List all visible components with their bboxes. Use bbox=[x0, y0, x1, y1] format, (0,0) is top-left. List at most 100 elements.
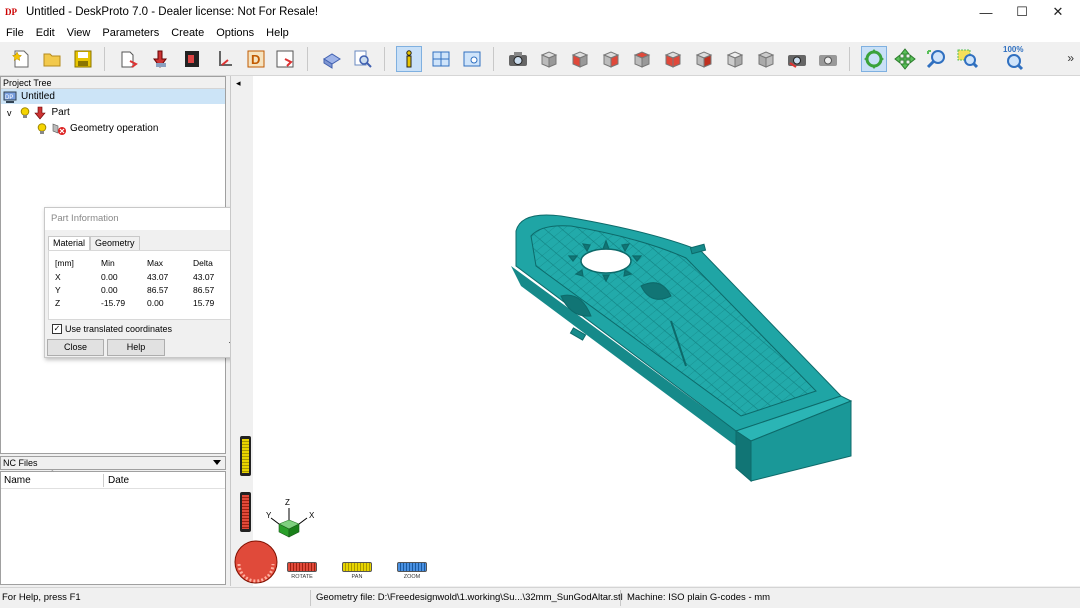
view-iso-button[interactable] bbox=[722, 46, 748, 72]
row-max: 86.57 bbox=[147, 285, 169, 295]
open-folder-icon bbox=[43, 53, 61, 67]
load-part-special-button[interactable] bbox=[148, 46, 174, 72]
nc-files-list: Name ⌃ Date bbox=[0, 469, 226, 585]
tree-item-geometry-operation[interactable]: Geometry operation bbox=[1, 121, 158, 136]
screenshot-2-button[interactable] bbox=[815, 46, 841, 72]
toolbar-separator bbox=[493, 47, 494, 71]
maximize-button[interactable]: ☐ bbox=[1004, 0, 1040, 24]
row-max: 43.07 bbox=[147, 272, 169, 282]
part-figure-icon bbox=[153, 50, 167, 68]
3d-viewport[interactable]: ◂ Z Y X ROTATE PAN ZOOM bbox=[230, 76, 1080, 586]
zoom-magnifier-icon bbox=[926, 50, 945, 69]
deskproto-logo-icon: DP bbox=[5, 7, 17, 17]
load-part-button[interactable] bbox=[116, 46, 142, 72]
camera-icon bbox=[509, 52, 527, 66]
tree-item-untitled[interactable]: DP Untitled bbox=[1, 89, 225, 104]
load-vector-button[interactable] bbox=[212, 46, 238, 72]
save-part-button[interactable] bbox=[273, 46, 299, 72]
view-left-button[interactable] bbox=[598, 46, 624, 72]
menu-options[interactable]: Options bbox=[210, 27, 260, 39]
close-window-button[interactable]: ✕ bbox=[1040, 0, 1076, 24]
zoom-window-button[interactable] bbox=[954, 46, 980, 72]
zoom-100-button[interactable]: 100% bbox=[1000, 45, 1028, 72]
load-bitmap-button[interactable] bbox=[180, 46, 206, 72]
view-iso-2-button[interactable] bbox=[753, 46, 779, 72]
minimize-button[interactable]: — bbox=[968, 0, 1004, 24]
menu-view[interactable]: View bbox=[61, 27, 97, 39]
pan-label: PAN bbox=[351, 574, 363, 580]
tree-item-part[interactable]: v Part bbox=[1, 105, 70, 120]
column-name[interactable]: Name bbox=[4, 475, 31, 486]
tab-material[interactable]: Material bbox=[48, 236, 91, 251]
svg-text:D: D bbox=[251, 52, 260, 67]
open-project-button[interactable] bbox=[39, 46, 65, 72]
axis-label-z: Z bbox=[285, 498, 290, 507]
rotate-button[interactable] bbox=[861, 46, 887, 72]
toolbar-overflow-button[interactable]: » bbox=[1067, 51, 1074, 65]
view-back-button[interactable] bbox=[567, 46, 593, 72]
menu-create[interactable]: Create bbox=[165, 27, 210, 39]
menu-edit[interactable]: Edit bbox=[30, 27, 61, 39]
column-date[interactable]: Date bbox=[108, 475, 129, 486]
part-parameters-icon bbox=[323, 53, 341, 69]
magnifier-document-icon bbox=[354, 50, 372, 68]
column-header: Delta bbox=[193, 258, 213, 268]
layout-button[interactable] bbox=[428, 46, 454, 72]
pan-control[interactable] bbox=[342, 562, 372, 572]
dimensions-table: [mm] Min Max Delta X 0.00 43.07 43.07 Y … bbox=[48, 250, 243, 320]
view-right-cube-icon bbox=[633, 51, 651, 68]
lightbulb-icon[interactable] bbox=[37, 122, 47, 135]
row-min: 0.00 bbox=[101, 272, 118, 282]
view-right-button[interactable] bbox=[629, 46, 655, 72]
expand-chevron-icon[interactable]: v bbox=[7, 108, 12, 118]
info-button[interactable] bbox=[396, 46, 422, 72]
column-divider[interactable] bbox=[103, 474, 104, 487]
lightbulb-icon[interactable] bbox=[20, 106, 30, 119]
axis-label-x: X bbox=[309, 511, 315, 520]
menu-parameters[interactable]: Parameters bbox=[96, 27, 165, 39]
menu-help[interactable]: Help bbox=[260, 27, 295, 39]
status-divider bbox=[620, 590, 621, 606]
rotate-control[interactable] bbox=[287, 562, 317, 572]
row-min: -15.79 bbox=[101, 298, 126, 308]
axis-label-y: Y bbox=[266, 511, 272, 520]
rotate-dial[interactable] bbox=[233, 538, 279, 586]
checkbox-checked-icon[interactable]: ✓ bbox=[52, 324, 62, 334]
part-icon bbox=[33, 106, 46, 119]
menu-file[interactable]: File bbox=[0, 27, 30, 39]
help-button[interactable]: Help bbox=[107, 339, 165, 356]
new-project-icon bbox=[11, 50, 29, 68]
pan-button[interactable] bbox=[892, 46, 918, 72]
collapse-panel-icon[interactable]: ◂ bbox=[236, 78, 241, 89]
new-project-button[interactable] bbox=[8, 46, 34, 72]
pan-thumbwheel[interactable] bbox=[240, 436, 251, 476]
part-parameters-button[interactable] bbox=[319, 46, 345, 72]
camera-button[interactable] bbox=[505, 46, 531, 72]
close-button[interactable]: Close bbox=[47, 339, 104, 356]
rotate-thumbwheel[interactable] bbox=[240, 492, 251, 532]
nc-files-header[interactable]: NC Files bbox=[0, 456, 226, 470]
view-top-button[interactable] bbox=[660, 46, 686, 72]
tree-item-label: Part bbox=[51, 107, 70, 118]
view-window-button[interactable] bbox=[459, 46, 485, 72]
dialog-title: Part Information bbox=[45, 208, 245, 230]
row-delta: 86.57 bbox=[193, 285, 215, 295]
dropdown-arrow-icon[interactable] bbox=[213, 460, 221, 465]
delete-part-button[interactable]: D bbox=[243, 46, 269, 72]
view-bottom-button[interactable] bbox=[691, 46, 717, 72]
screenshot-gray-camera-icon bbox=[819, 55, 837, 66]
row-axis: X bbox=[55, 272, 61, 282]
find-button[interactable] bbox=[350, 46, 376, 72]
save-project-button[interactable] bbox=[70, 46, 96, 72]
zoom-control[interactable] bbox=[397, 562, 427, 572]
column-header: Min bbox=[101, 258, 115, 268]
nc-files-title: NC Files bbox=[3, 458, 38, 468]
view-front-button[interactable] bbox=[536, 46, 562, 72]
project-tree-header: Project Tree bbox=[1, 77, 225, 89]
view-left-cube-icon bbox=[602, 51, 620, 68]
use-translated-coordinates-checkbox[interactable]: ✓ Use translated coordinates bbox=[52, 324, 172, 334]
zoom-button[interactable] bbox=[923, 46, 949, 72]
tab-geometry[interactable]: Geometry bbox=[90, 236, 140, 251]
screenshot-button[interactable] bbox=[784, 46, 810, 72]
load-part-icon bbox=[121, 51, 138, 68]
